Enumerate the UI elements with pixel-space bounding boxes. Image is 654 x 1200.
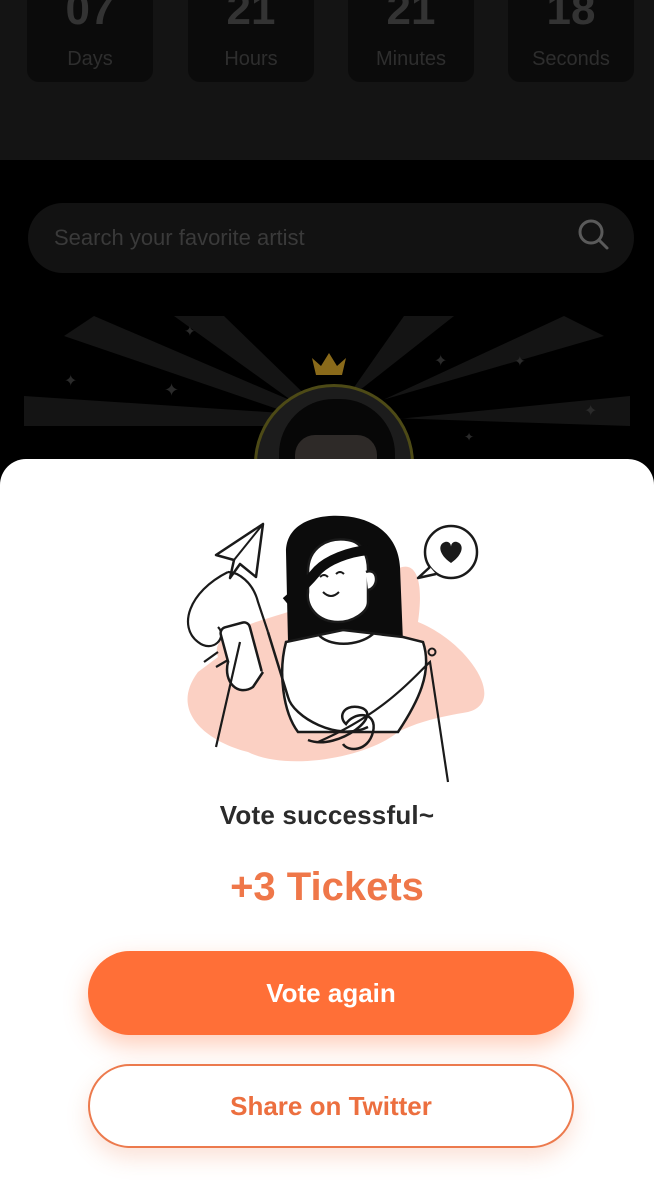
tickets-earned: +3 Tickets	[230, 865, 424, 909]
crown-icon	[312, 353, 346, 375]
countdown-hours-label: Hours	[224, 48, 278, 70]
countdown-seconds: 18 Seconds	[508, 0, 634, 82]
svg-text:✦: ✦	[464, 430, 474, 444]
svg-text:✦: ✦	[434, 353, 447, 370]
countdown-days-value: 07	[65, 0, 115, 34]
countdown-hours-value: 21	[226, 0, 276, 34]
search-icon[interactable]	[576, 217, 610, 251]
countdown-minutes-label: Minutes	[375, 48, 447, 70]
vote-illustration	[186, 515, 485, 783]
svg-text:✦: ✦	[584, 403, 597, 420]
countdown-days: 07 Days	[27, 0, 153, 82]
countdown-seconds-value: 18	[546, 0, 596, 34]
search-input[interactable]	[54, 203, 574, 273]
countdown-hours: 21 Hours	[188, 0, 314, 82]
vote-again-button[interactable]: Vote again	[88, 951, 574, 1035]
countdown-minutes-value: 21	[386, 0, 436, 34]
countdown-seconds-label: Seconds	[532, 48, 610, 70]
app-screen: 07 Days 21 Hours 21 Minutes 18 Seconds S…	[0, 0, 654, 1200]
countdown-panel: 07 Days 21 Hours 21 Minutes 18 Seconds	[0, 0, 654, 160]
svg-text:✦: ✦	[514, 353, 526, 369]
svg-text:✦: ✦	[64, 373, 77, 390]
countdown-days-label: Days	[67, 48, 113, 70]
share-on-twitter-button[interactable]: Share on Twitter	[88, 1064, 574, 1148]
search-bar[interactable]	[28, 203, 634, 273]
svg-text:✦: ✦	[164, 380, 179, 400]
countdown-minutes: 21 Minutes	[348, 0, 474, 82]
vote-success-message: Vote successful~	[219, 800, 435, 830]
svg-text:✦: ✦	[184, 323, 196, 339]
